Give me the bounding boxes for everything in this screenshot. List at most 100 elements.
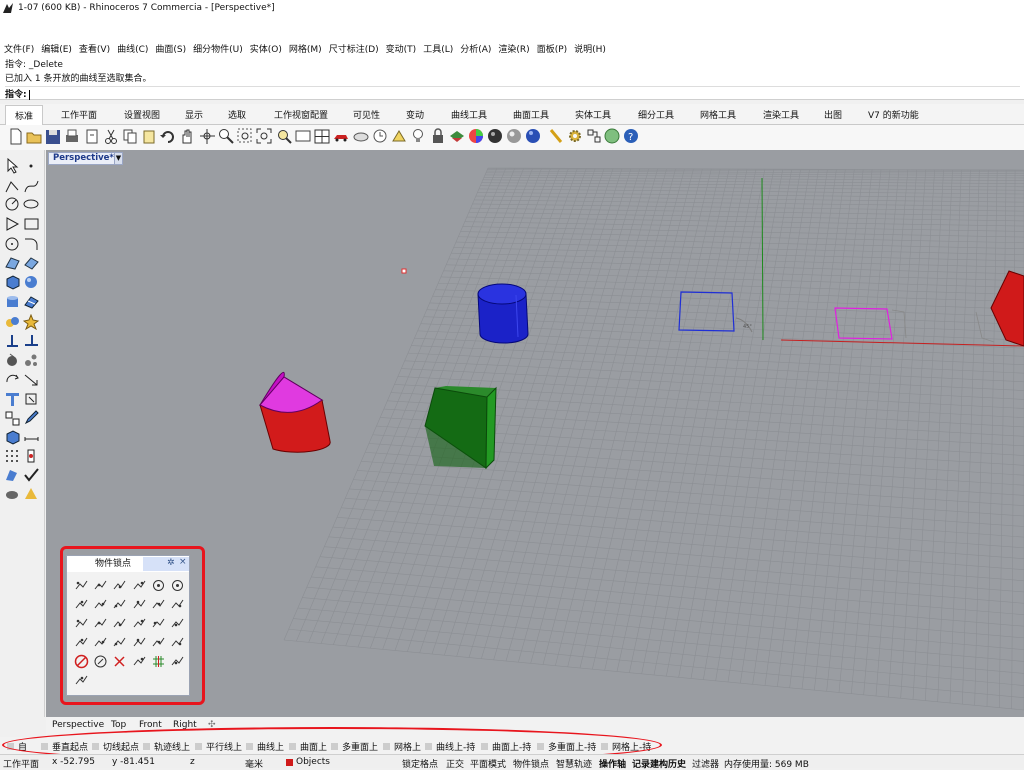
snap-checkbox[interactable] <box>41 743 48 750</box>
cplane-icon[interactable] <box>390 127 408 146</box>
center-snap-icon[interactable] <box>151 578 166 593</box>
point-icon[interactable] <box>23 158 40 174</box>
import-icon[interactable] <box>83 127 101 146</box>
green-box-object[interactable] <box>424 386 497 470</box>
grid-snap-icon[interactable] <box>151 654 166 669</box>
tab-render-tools[interactable]: 渲染工具 <box>763 108 799 121</box>
tab-solid-tools[interactable]: 实体工具 <box>575 108 611 121</box>
tab-drafting[interactable]: 出图 <box>824 108 842 121</box>
explode-icon[interactable] <box>23 314 40 330</box>
block-icon[interactable] <box>4 410 21 426</box>
menu-curve[interactable]: 曲线(C) <box>113 42 151 55</box>
grid-snap-toggle[interactable]: 锁定格点 <box>402 757 438 770</box>
near-snap-icon[interactable] <box>93 578 108 593</box>
snap-on-curve[interactable]: 曲线上 <box>246 740 284 753</box>
quad-snap-icon[interactable] <box>132 597 147 612</box>
layer-status[interactable]: Objects <box>286 757 330 767</box>
tab-mesh-tools[interactable]: 网格工具 <box>700 108 736 121</box>
mesh-icon[interactable] <box>23 294 40 310</box>
ortho-toggle[interactable]: 正交 <box>446 757 464 770</box>
save-icon[interactable] <box>44 127 62 146</box>
zoom-selected-icon[interactable] <box>275 127 293 146</box>
menu-transform[interactable]: 变动(T) <box>382 42 420 55</box>
camera-icon[interactable] <box>352 127 370 146</box>
box-solid-icon[interactable] <box>4 274 21 290</box>
tab-set-view[interactable]: 设置视图 <box>124 108 160 121</box>
menu-tools[interactable]: 工具(L) <box>419 42 456 55</box>
check-icon[interactable] <box>23 467 40 483</box>
menu-dimension[interactable]: 尺寸标注(D) <box>325 42 382 55</box>
knot-snap-icon[interactable] <box>151 597 166 612</box>
osnap-panel-header[interactable]: ← 物件锁点 ✲ × <box>67 556 189 572</box>
shade-icon[interactable] <box>4 352 21 368</box>
tab-visibility[interactable]: 可见性 <box>353 108 380 121</box>
onplane-snap-icon[interactable] <box>112 616 127 631</box>
menu-solid[interactable]: 实体(O) <box>246 42 285 55</box>
tab-curve-tools[interactable]: 曲线工具 <box>451 108 487 121</box>
named-view-icon[interactable] <box>371 127 389 146</box>
zoom-icon[interactable] <box>217 127 235 146</box>
menu-view[interactable]: 查看(V) <box>75 42 113 55</box>
tab-select[interactable]: 选取 <box>228 108 246 121</box>
cross-snap-icon[interactable] <box>112 654 127 669</box>
gear-options-icon[interactable] <box>566 127 584 146</box>
menu-surface[interactable]: 曲面(S) <box>151 42 189 55</box>
smarttrack-toggle[interactable]: 智慧轨迹 <box>556 757 592 770</box>
circle-snap-icon[interactable] <box>170 578 185 593</box>
snap-from[interactable]: 自 <box>7 740 27 753</box>
vtab-right[interactable]: Right <box>173 720 197 730</box>
split-icon[interactable] <box>23 333 40 349</box>
snap-on-surface[interactable]: 曲面上 <box>289 740 327 753</box>
snap-checkbox[interactable] <box>331 743 338 750</box>
layer-icon[interactable] <box>448 127 466 146</box>
snap-checkbox[interactable] <box>537 743 544 750</box>
planar-toggle[interactable]: 平面模式 <box>470 757 506 770</box>
color-wheel-icon[interactable] <box>467 127 485 146</box>
smart-snap-icon[interactable] <box>93 616 108 631</box>
record-history-toggle[interactable]: 记录建构历史 <box>632 757 686 770</box>
menu-file[interactable]: 文件(F) <box>0 42 37 55</box>
vtab-front[interactable]: Front <box>139 720 162 730</box>
polyline-icon[interactable] <box>4 178 21 194</box>
undo-icon[interactable] <box>159 127 177 146</box>
gumball-toggle[interactable]: 操作轴 <box>599 757 626 770</box>
light-bulb-icon[interactable] <box>409 127 427 146</box>
select-arrow-icon[interactable] <box>4 158 21 174</box>
tab-surface-tools[interactable]: 曲面工具 <box>513 108 549 121</box>
sphere-solid-icon[interactable] <box>23 274 40 290</box>
command-input[interactable]: 指令: <box>5 86 1020 100</box>
osnap-toggle[interactable]: 物件锁点 <box>513 757 549 770</box>
snap-tan-from[interactable]: 切线起点 <box>92 740 139 753</box>
snap-checkbox[interactable] <box>383 743 390 750</box>
tab-v7-new[interactable]: V7 的新功能 <box>868 108 919 121</box>
tab-standard[interactable]: 标准 <box>5 105 44 125</box>
vertex-snap-icon[interactable] <box>170 597 185 612</box>
red-cylinder-cone-object[interactable] <box>259 371 331 453</box>
obj-snap-icon[interactable] <box>151 635 166 650</box>
fillet-curve-icon[interactable] <box>23 236 40 252</box>
car-icon[interactable] <box>332 127 350 146</box>
cut-icon[interactable] <box>102 127 120 146</box>
lock-icon[interactable] <box>429 127 447 146</box>
perspective-viewport[interactable]: 45° Perspective* ▼ <box>46 150 1024 717</box>
curve-icon[interactable] <box>23 178 40 194</box>
snap-checkbox[interactable] <box>246 743 253 750</box>
compass-snap-icon[interactable] <box>93 654 108 669</box>
cylinder-solid-icon[interactable] <box>4 294 21 310</box>
tab-transform[interactable]: 变动 <box>406 108 424 121</box>
scale-icon[interactable] <box>23 372 40 388</box>
shaded-sphere-icon[interactable] <box>505 127 523 146</box>
snap-on-curve-persistent[interactable]: 曲线上-持 <box>425 740 475 753</box>
snap-along-parallel[interactable]: 平行线上 <box>195 740 242 753</box>
light-icon[interactable] <box>23 486 40 502</box>
close-icon[interactable]: × <box>179 557 187 567</box>
measure-icon[interactable] <box>23 429 40 445</box>
triangle-icon[interactable] <box>4 216 21 232</box>
disable-snap-icon[interactable] <box>74 654 89 669</box>
snap-checkbox[interactable] <box>143 743 150 750</box>
zoom-extents-icon[interactable] <box>255 127 273 146</box>
point-snap-icon[interactable] <box>112 578 127 593</box>
tan-snap-icon[interactable] <box>112 597 127 612</box>
tab-cplanes[interactable]: 工作平面 <box>61 108 97 121</box>
red-dot-icon[interactable] <box>23 448 40 464</box>
